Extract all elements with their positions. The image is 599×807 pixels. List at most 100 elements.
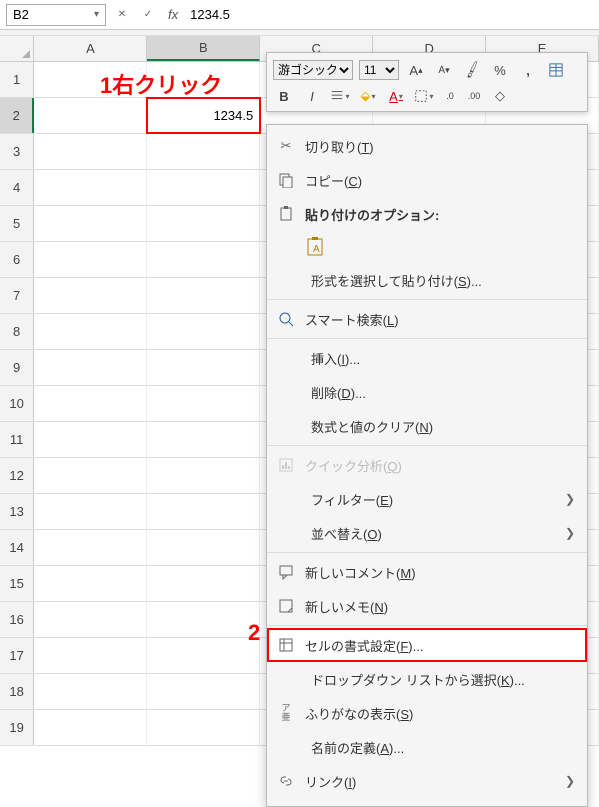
menu-insert[interactable]: 挿入(I)...: [267, 341, 587, 375]
cell[interactable]: [34, 278, 147, 313]
cell[interactable]: [147, 458, 260, 493]
increase-decimal-icon[interactable]: .0: [441, 86, 459, 106]
row-header[interactable]: 2: [0, 98, 34, 133]
cell[interactable]: [147, 530, 260, 565]
formula-bar-row: B2 ▾ ✕ ✓ fx: [0, 0, 599, 30]
menu-delete[interactable]: 削除(D)...: [267, 375, 587, 409]
cell[interactable]: [34, 710, 147, 745]
cell[interactable]: [34, 134, 147, 169]
cancel-formula-icon[interactable]: ✕: [112, 9, 132, 20]
cell[interactable]: [34, 314, 147, 349]
bold-icon[interactable]: B: [273, 86, 295, 106]
cell[interactable]: [34, 530, 147, 565]
row-header[interactable]: 16: [0, 602, 34, 637]
paste-option-default[interactable]: A: [301, 231, 331, 263]
menu-dropdown-list[interactable]: ドロップダウン リストから選択(K)...: [267, 662, 587, 696]
cell[interactable]: 1234.5: [147, 98, 260, 133]
name-box[interactable]: B2 ▾: [6, 4, 106, 26]
decrease-decimal-icon[interactable]: .00: [465, 86, 483, 106]
row-header[interactable]: 1: [0, 62, 34, 97]
row-header[interactable]: 5: [0, 206, 34, 241]
menu-cut[interactable]: ✂ 切り取り(T): [267, 129, 587, 163]
row-header[interactable]: 12: [0, 458, 34, 493]
menu-sort[interactable]: 並べ替え(O) ❯: [267, 516, 587, 550]
menu-define-name[interactable]: 名前の定義(A)...: [267, 730, 587, 764]
cell[interactable]: [147, 242, 260, 277]
font-family-select[interactable]: 游ゴシック: [273, 60, 353, 80]
menu-clear[interactable]: 数式と値のクリア(N): [267, 409, 587, 443]
cell[interactable]: [147, 710, 260, 745]
cell[interactable]: [34, 98, 147, 133]
cell[interactable]: [34, 674, 147, 709]
cell[interactable]: [147, 386, 260, 421]
row-header[interactable]: 10: [0, 386, 34, 421]
fill-color-icon[interactable]: ⬙▾: [357, 86, 379, 106]
cell[interactable]: [147, 134, 260, 169]
clear-format-icon[interactable]: ◇: [489, 86, 511, 106]
cell[interactable]: [147, 350, 260, 385]
cell[interactable]: [34, 602, 147, 637]
align-icon[interactable]: ▾: [329, 86, 351, 106]
font-size-select[interactable]: 11: [359, 60, 399, 80]
cell[interactable]: [34, 350, 147, 385]
cell[interactable]: [147, 638, 260, 673]
row-header[interactable]: 11: [0, 422, 34, 457]
formula-input[interactable]: [184, 4, 593, 26]
cell[interactable]: [34, 206, 147, 241]
row-header[interactable]: 6: [0, 242, 34, 277]
chevron-down-icon[interactable]: ▾: [94, 9, 99, 20]
cell[interactable]: [147, 314, 260, 349]
cell[interactable]: [147, 494, 260, 529]
row-header[interactable]: 8: [0, 314, 34, 349]
row-header[interactable]: 15: [0, 566, 34, 601]
menu-copy[interactable]: コピー(C): [267, 163, 587, 197]
row-header[interactable]: 13: [0, 494, 34, 529]
font-color-icon[interactable]: A▾: [385, 86, 407, 106]
enter-formula-icon[interactable]: ✓: [138, 9, 158, 20]
column-header-a[interactable]: A: [34, 36, 147, 61]
cell[interactable]: [147, 170, 260, 205]
row-header[interactable]: 3: [0, 134, 34, 169]
cell[interactable]: [34, 566, 147, 601]
fx-icon[interactable]: fx: [168, 7, 178, 22]
decrease-font-icon[interactable]: A▾: [433, 60, 455, 80]
row-header[interactable]: 7: [0, 278, 34, 313]
percent-format-icon[interactable]: %: [489, 60, 511, 80]
cell[interactable]: [147, 278, 260, 313]
cell[interactable]: [34, 422, 147, 457]
cell[interactable]: [147, 674, 260, 709]
cell[interactable]: [147, 602, 260, 637]
border-icon[interactable]: ▾: [413, 86, 435, 106]
comma-format-icon[interactable]: ,: [517, 60, 539, 80]
menu-furigana[interactable]: ア亜 ふりがなの表示(S): [267, 696, 587, 730]
cell[interactable]: [34, 242, 147, 277]
cell[interactable]: [34, 494, 147, 529]
row-header[interactable]: 18: [0, 674, 34, 709]
cell[interactable]: [34, 170, 147, 205]
menu-paste-special[interactable]: 形式を選択して貼り付け(S)...: [267, 263, 587, 297]
cell[interactable]: [34, 458, 147, 493]
menu-link[interactable]: リンク(I) ❯: [267, 764, 587, 798]
menu-format-cells[interactable]: セルの書式設定(F)...: [267, 628, 587, 662]
menu-new-note[interactable]: 新しいメモ(N): [267, 589, 587, 623]
menu-filter[interactable]: フィルター(E) ❯: [267, 482, 587, 516]
menu-smart-lookup[interactable]: スマート検索(L): [267, 302, 587, 336]
cell[interactable]: [34, 386, 147, 421]
cell[interactable]: [147, 422, 260, 457]
row-header[interactable]: 4: [0, 170, 34, 205]
table-format-icon[interactable]: [545, 60, 567, 80]
menu-new-comment[interactable]: 新しいコメント(M): [267, 555, 587, 589]
select-all-corner[interactable]: [0, 36, 34, 61]
cell[interactable]: [34, 638, 147, 673]
cell[interactable]: [147, 566, 260, 601]
row-header[interactable]: 9: [0, 350, 34, 385]
format-cells-icon: [277, 636, 295, 654]
increase-font-icon[interactable]: A▴: [405, 60, 427, 80]
row-header[interactable]: 17: [0, 638, 34, 673]
italic-icon[interactable]: I: [301, 86, 323, 106]
format-painter-icon[interactable]: 🖌: [461, 60, 483, 80]
cell[interactable]: [147, 206, 260, 241]
column-header-b[interactable]: B: [147, 36, 260, 61]
row-header[interactable]: 19: [0, 710, 34, 745]
row-header[interactable]: 14: [0, 530, 34, 565]
